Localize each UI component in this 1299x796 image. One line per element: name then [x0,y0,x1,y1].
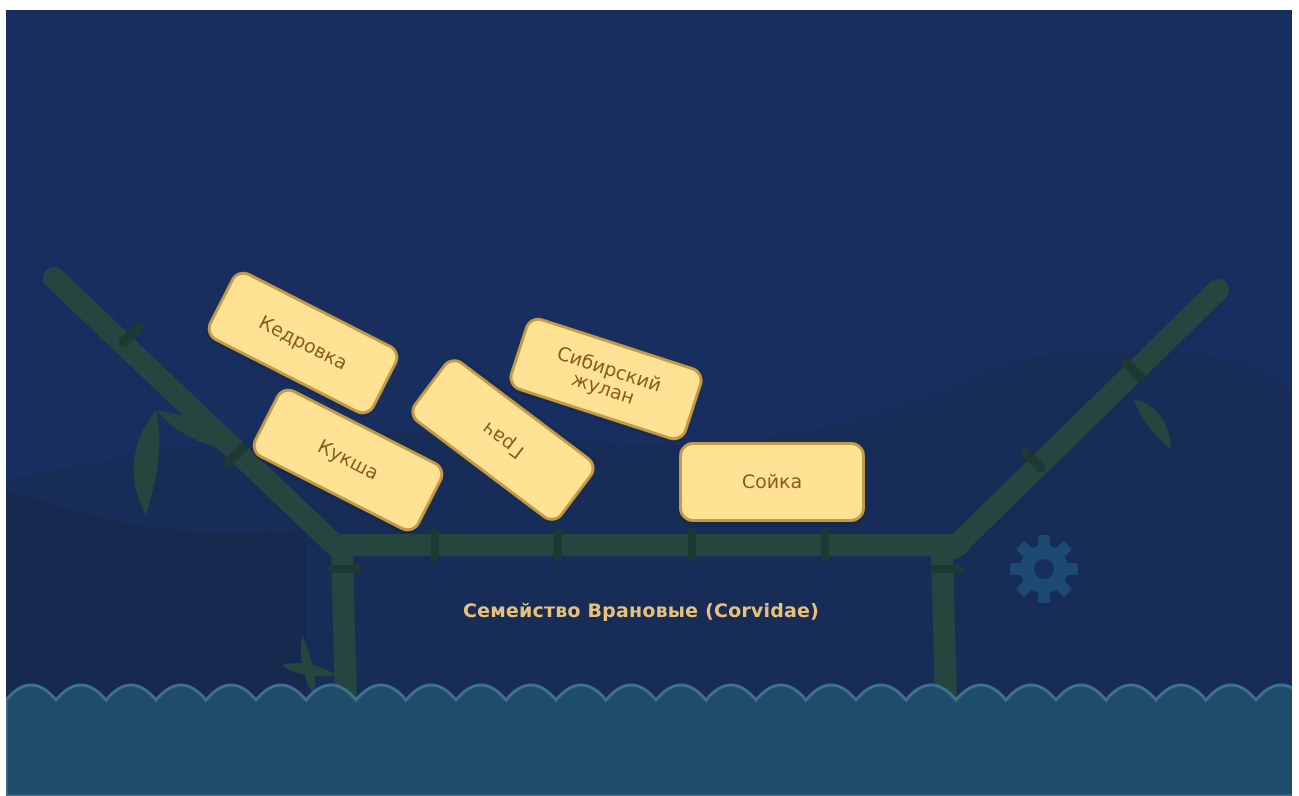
gear-icon[interactable] [1006,531,1082,607]
water-surface [6,683,1292,796]
game-stage: Кедровка Кукша Грач Сибирский жулан Сойк… [6,10,1292,796]
category-caption: Семейство Врановые (Corvidae) [462,600,820,622]
word-tile-soyka[interactable]: Сойка [679,442,865,522]
